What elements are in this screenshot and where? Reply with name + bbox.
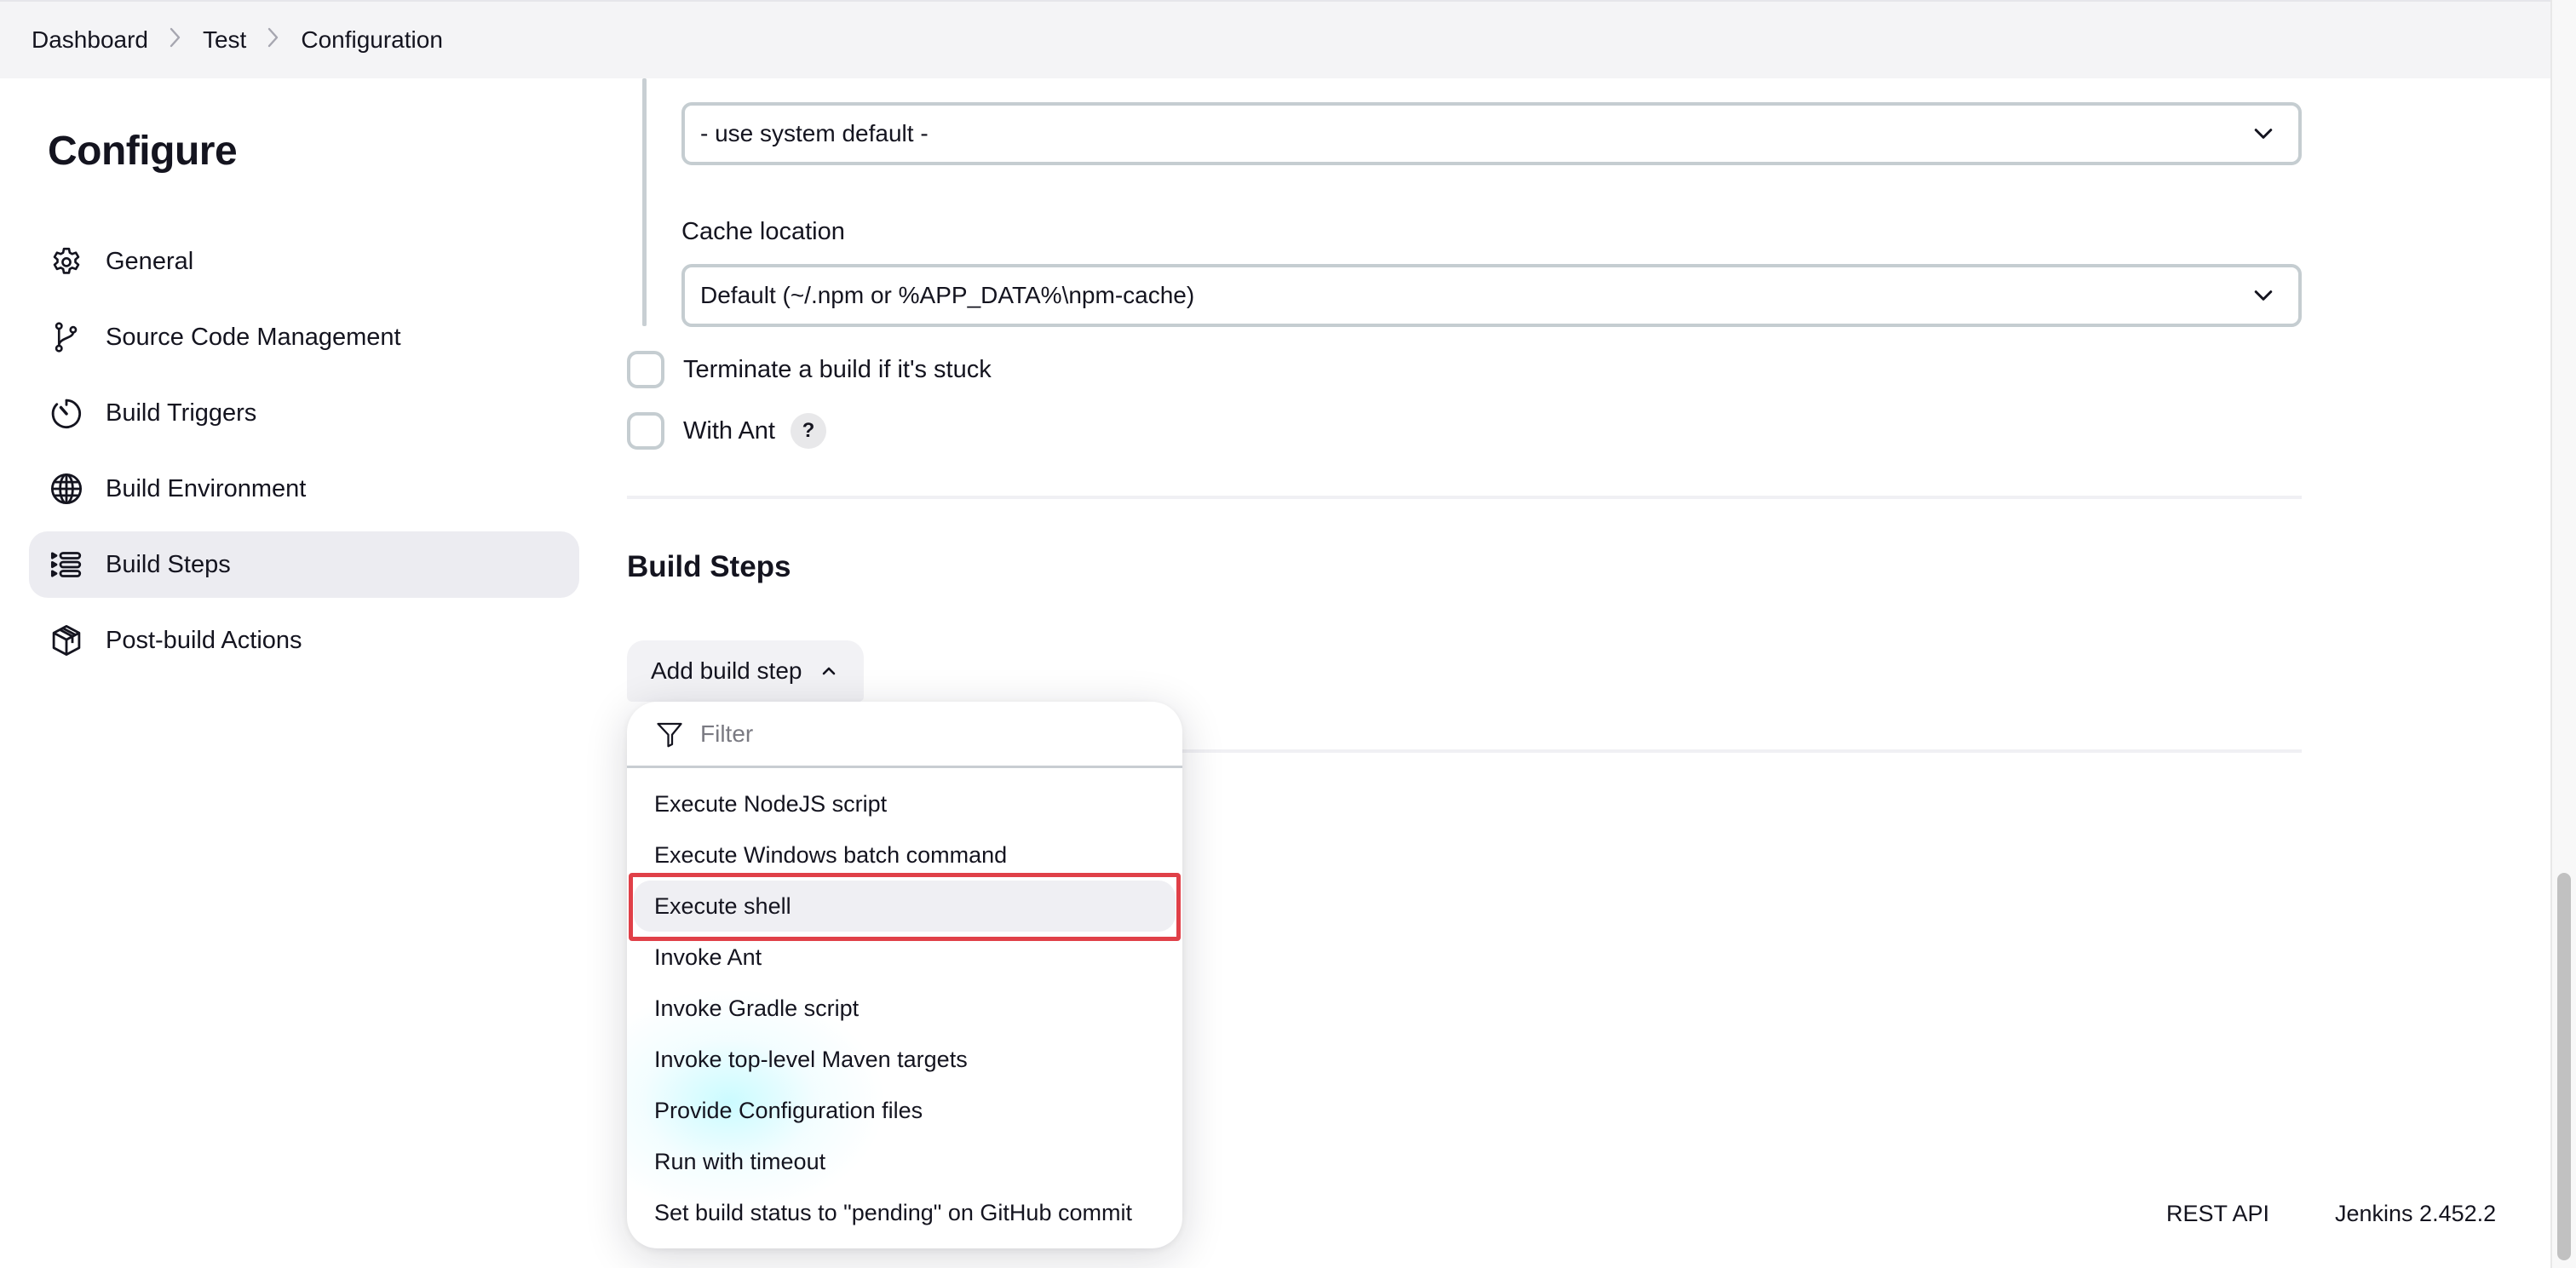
- scrollbar-thumb[interactable]: [2557, 873, 2571, 1260]
- sidebar-item-label: Build Steps: [106, 550, 231, 578]
- with-ant-checkbox[interactable]: [627, 412, 664, 450]
- breadcrumb-dashboard[interactable]: Dashboard: [32, 26, 148, 54]
- menu-item-invoke-maven-targets[interactable]: Invoke top-level Maven targets: [634, 1034, 1176, 1085]
- cache-location-value: Default (~/.npm or %APP_DATA%\npm-cache): [700, 282, 1195, 308]
- terminate-stuck-build-option: Terminate a build if it's stuck: [627, 351, 992, 388]
- menu-item-execute-windows-batch-command[interactable]: Execute Windows batch command: [634, 829, 1176, 881]
- chevron-down-icon: [2254, 290, 2273, 301]
- checkbox-label: Terminate a build if it's stuck: [683, 355, 992, 383]
- sidebar-item-label: Build Triggers: [106, 399, 257, 427]
- section-divider: [1182, 749, 2302, 753]
- add-build-step-dropdown: Execute NodeJS script Execute Windows ba…: [627, 702, 1182, 1248]
- list-steps-icon: [48, 546, 85, 583]
- sidebar-nav: General Source Code Management Build Tri…: [29, 228, 579, 683]
- help-icon[interactable]: ?: [791, 413, 826, 449]
- menu-item-provide-configuration-files[interactable]: Provide Configuration files: [634, 1085, 1176, 1136]
- sidebar-item-general[interactable]: General: [29, 228, 579, 295]
- sidebar-item-label: Build Environment: [106, 474, 307, 502]
- with-ant-option: With Ant ?: [627, 412, 826, 450]
- section-divider: [627, 496, 2302, 499]
- add-build-step-button[interactable]: Add build step: [627, 640, 864, 702]
- menu-item-execute-shell[interactable]: Execute shell: [634, 881, 1176, 932]
- build-steps-heading: Build Steps: [627, 550, 791, 583]
- menu-item-set-github-pending-status[interactable]: Set build status to "pending" on GitHub …: [634, 1187, 1176, 1238]
- breadcrumb-bar: Dashboard Test Configuration: [0, 0, 2550, 78]
- gear-icon: [48, 243, 85, 280]
- globe-icon: [48, 470, 85, 508]
- breadcrumb-configuration[interactable]: Configuration: [301, 26, 443, 54]
- filter-icon: [657, 722, 682, 747]
- sidebar-item-source-code-management[interactable]: Source Code Management: [29, 304, 579, 370]
- npmrc-select-value: - use system default -: [700, 120, 929, 146]
- chevron-right-icon: [158, 26, 193, 55]
- menu-item-execute-nodejs-script[interactable]: Execute NodeJS script: [634, 778, 1176, 829]
- cache-location-label: Cache location: [681, 218, 845, 245]
- sidebar-item-build-environment[interactable]: Build Environment: [29, 456, 579, 522]
- sidebar-item-label: Post-build Actions: [106, 626, 302, 654]
- git-branch-icon: [48, 318, 85, 356]
- rest-api-link[interactable]: REST API: [2166, 1201, 2269, 1227]
- cache-location-select[interactable]: Default (~/.npm or %APP_DATA%\npm-cache): [681, 264, 2302, 327]
- filter-row: [627, 702, 1182, 768]
- add-build-step-label: Add build step: [651, 657, 802, 684]
- breadcrumb-test[interactable]: Test: [203, 26, 246, 54]
- npmrc-select[interactable]: - use system default -: [681, 102, 2302, 165]
- sidebar-item-label: General: [106, 247, 194, 275]
- sidebar-item-label: Source Code Management: [106, 323, 401, 351]
- chevron-up-icon: [823, 667, 836, 675]
- chevron-down-icon: [2254, 129, 2273, 139]
- section-indent-bar: [642, 78, 647, 326]
- package-icon: [48, 622, 85, 659]
- sidebar-item-build-steps[interactable]: Build Steps: [29, 531, 579, 598]
- menu-item-invoke-gradle-script[interactable]: Invoke Gradle script: [634, 983, 1176, 1034]
- timer-icon: [48, 394, 85, 432]
- sidebar-item-build-triggers[interactable]: Build Triggers: [29, 380, 579, 446]
- terminate-stuck-build-checkbox[interactable]: [627, 351, 664, 388]
- menu-item-invoke-ant[interactable]: Invoke Ant: [634, 932, 1176, 983]
- checkbox-label: With Ant: [683, 416, 775, 445]
- filter-input[interactable]: [700, 720, 1143, 748]
- sidebar-item-post-build-actions[interactable]: Post-build Actions: [29, 607, 579, 674]
- page-title: Configure: [48, 129, 238, 174]
- jenkins-version-link[interactable]: Jenkins 2.452.2: [2335, 1201, 2496, 1227]
- page-scrollbar[interactable]: [2550, 0, 2576, 1268]
- menu-item-run-with-timeout[interactable]: Run with timeout: [634, 1136, 1176, 1187]
- jenkins-configure-page: Dashboard Test Configuration Configure G…: [0, 0, 2576, 1268]
- chevron-right-icon: [256, 26, 290, 55]
- build-step-menu: Execute NodeJS script Execute Windows ba…: [627, 768, 1182, 1238]
